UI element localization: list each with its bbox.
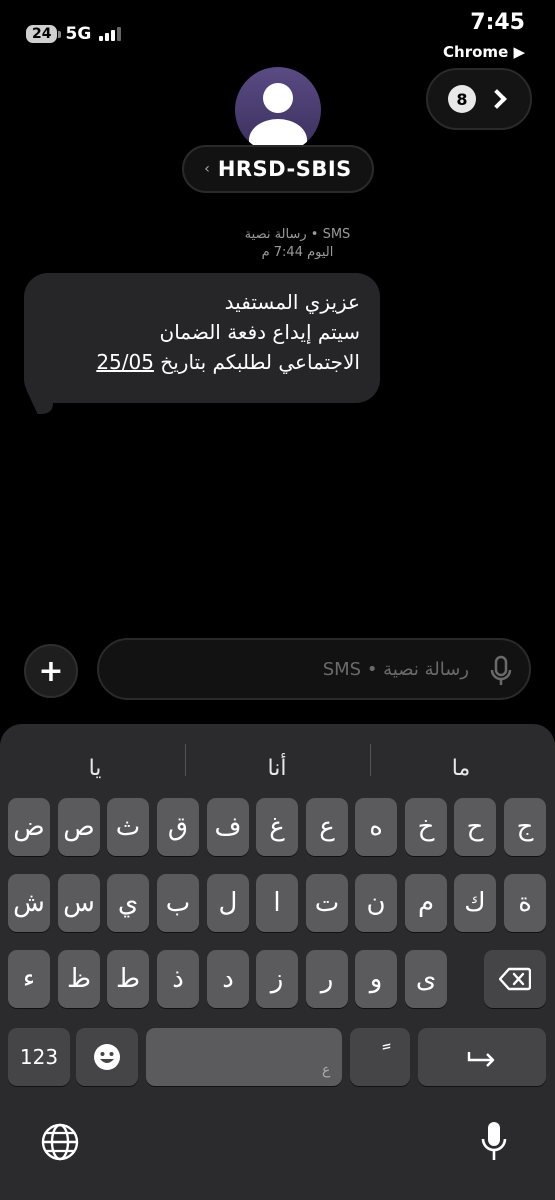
message-bubble[interactable]: عزيزي المستفيد سيتم إيداع دفعة الضمان ال…: [24, 273, 380, 403]
suggestion-3[interactable]: ما: [406, 748, 516, 788]
key[interactable]: ي: [107, 874, 149, 932]
globe-icon[interactable]: [40, 1122, 80, 1162]
unread-conversations-button[interactable]: 8: [426, 68, 532, 130]
key[interactable]: ض: [8, 798, 50, 856]
date-link[interactable]: 25/05: [96, 350, 154, 374]
message-input[interactable]: [97, 638, 531, 700]
key[interactable]: ت: [306, 874, 348, 932]
status-bar-left: 24 5G: [26, 24, 122, 44]
key[interactable]: غ: [256, 798, 298, 856]
contact-name-button[interactable]: ‹ HRSD-SBIS: [182, 145, 374, 193]
key[interactable]: ر: [306, 950, 348, 1008]
person-icon: [263, 83, 293, 113]
key[interactable]: ط: [107, 950, 149, 1008]
key[interactable]: ق: [157, 798, 199, 856]
message-meta: رسالة نصية • SMS اليوم 7:44 م: [0, 226, 555, 262]
emoji-key[interactable]: [76, 1028, 138, 1086]
key[interactable]: ش: [8, 874, 50, 932]
message-type-label: رسالة نصية • SMS: [244, 227, 351, 242]
add-attachment-button[interactable]: +: [24, 644, 78, 698]
microphone-icon[interactable]: [490, 655, 512, 687]
key[interactable]: ء: [8, 950, 50, 1008]
network-label: 5G: [65, 24, 92, 44]
contact-avatar[interactable]: [235, 67, 321, 153]
suggestion-2[interactable]: أنا: [222, 748, 332, 788]
key[interactable]: ج: [504, 798, 546, 856]
message-line-3: الاجتماعي لطلبكم بتاريخ 25/05: [96, 350, 360, 374]
key[interactable]: د: [207, 950, 249, 1008]
message-line-2: سيتم إيداع دفعة الضمان: [159, 320, 361, 344]
diacritic-key[interactable]: ً: [350, 1028, 410, 1086]
key[interactable]: ص: [58, 798, 100, 856]
chevron-right-icon: [487, 89, 507, 109]
key[interactable]: ه: [355, 798, 397, 856]
back-to-app-link[interactable]: Chrome ▶: [443, 43, 525, 61]
keyboard: يا أنا ما ض ص ث ق ف غ ع ه خ ح ج ش س ي ب …: [0, 724, 555, 1200]
numbers-key[interactable]: 123: [8, 1028, 70, 1086]
return-key[interactable]: [418, 1028, 546, 1086]
key[interactable]: ل: [207, 874, 249, 932]
key[interactable]: ع: [306, 798, 348, 856]
key[interactable]: ب: [157, 874, 199, 932]
return-arrow-icon: [467, 1052, 495, 1067]
key[interactable]: م: [405, 874, 447, 932]
key[interactable]: ذ: [157, 950, 199, 1008]
backspace-icon: [499, 967, 531, 991]
key[interactable]: ا: [256, 874, 298, 932]
key[interactable]: ى: [405, 950, 447, 1008]
key[interactable]: و: [355, 950, 397, 1008]
unread-count-badge: 8: [448, 85, 476, 113]
key[interactable]: ز: [256, 950, 298, 1008]
message-timestamp: اليوم 7:44 م: [261, 245, 334, 260]
key[interactable]: س: [58, 874, 100, 932]
key[interactable]: ة: [504, 874, 546, 932]
suggestion-1[interactable]: يا: [40, 748, 150, 788]
signal-icon: [99, 27, 122, 41]
key[interactable]: خ: [405, 798, 447, 856]
key[interactable]: ن: [355, 874, 397, 932]
key[interactable]: ف: [207, 798, 249, 856]
key[interactable]: ح: [454, 798, 496, 856]
status-bar-right: 7:45 Chrome ▶: [443, 10, 525, 61]
key[interactable]: ك: [454, 874, 496, 932]
contact-name: HRSD-SBIS: [217, 157, 352, 181]
key[interactable]: ث: [107, 798, 149, 856]
battery-indicator: 24: [26, 25, 63, 43]
status-time: 7:45: [470, 10, 525, 35]
message-line-1: عزيزي المستفيد: [224, 290, 360, 314]
backspace-key[interactable]: [484, 950, 546, 1008]
key[interactable]: ظ: [58, 950, 100, 1008]
chevron-left-icon: ‹: [204, 161, 210, 177]
space-key[interactable]: ع: [146, 1028, 342, 1086]
dictation-mic-icon[interactable]: [480, 1120, 508, 1164]
emoji-icon: [94, 1044, 120, 1070]
